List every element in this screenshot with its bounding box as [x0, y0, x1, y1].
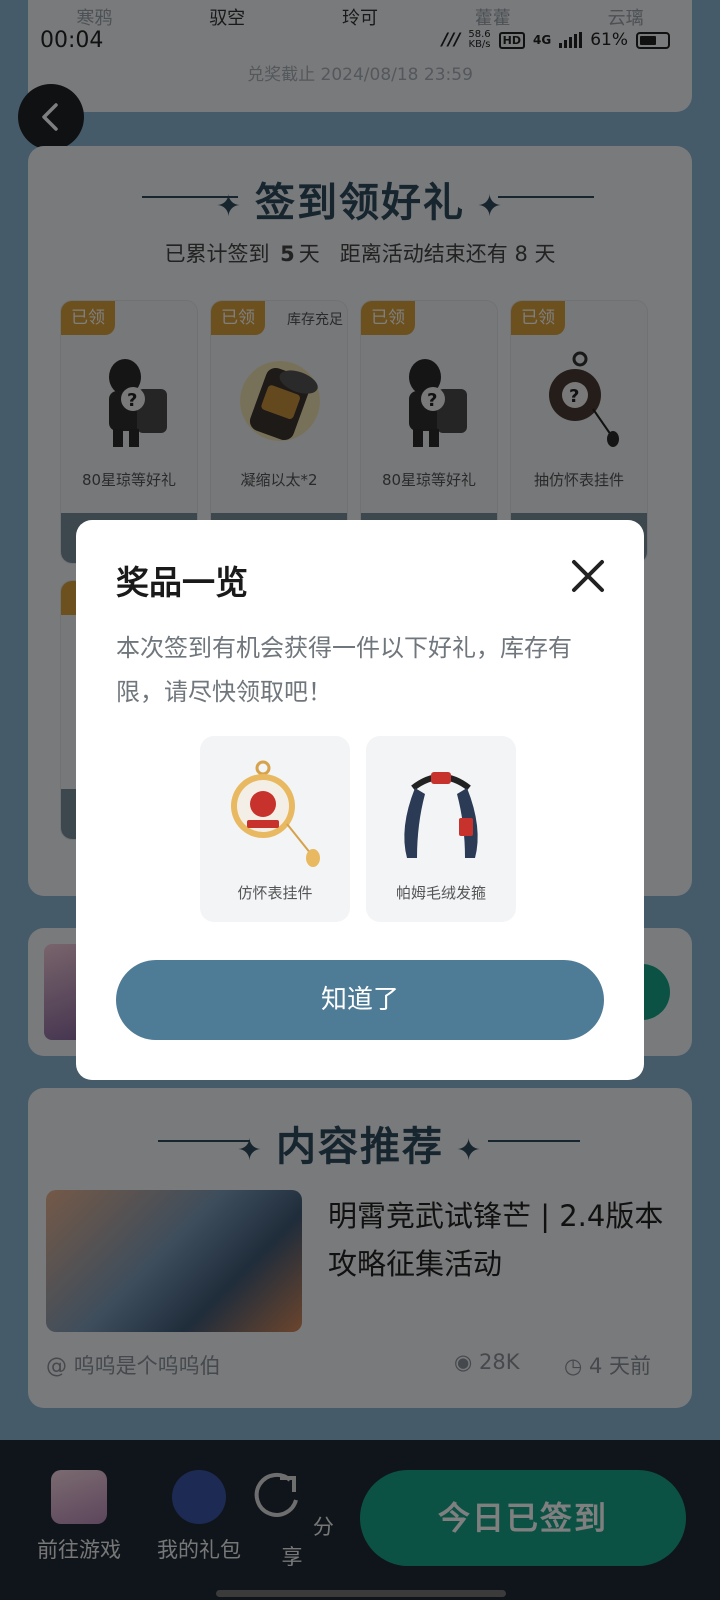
prize-name: 帕姆毛绒发箍: [395, 884, 486, 902]
prize-name: 仿怀表挂件: [237, 884, 313, 902]
close-button[interactable]: [566, 554, 610, 598]
prize-card[interactable]: 帕姆毛绒发箍: [366, 736, 516, 922]
close-icon: [572, 560, 604, 592]
plush-headband-icon: [404, 772, 478, 858]
modal-title: 奖品一览: [116, 563, 248, 602]
modal-description: 本次签到有机会获得一件以下好礼，库存有限，请尽快领取吧！: [116, 634, 572, 706]
got-it-button[interactable]: 知道了: [116, 960, 604, 1040]
prize-modal: 奖品一览 本次签到有机会获得一件以下好礼，库存有限，请尽快领取吧！ 仿怀表挂件 …: [76, 520, 644, 1080]
prize-card[interactable]: 仿怀表挂件: [200, 736, 350, 922]
pocket-watch-icon: [231, 760, 320, 867]
